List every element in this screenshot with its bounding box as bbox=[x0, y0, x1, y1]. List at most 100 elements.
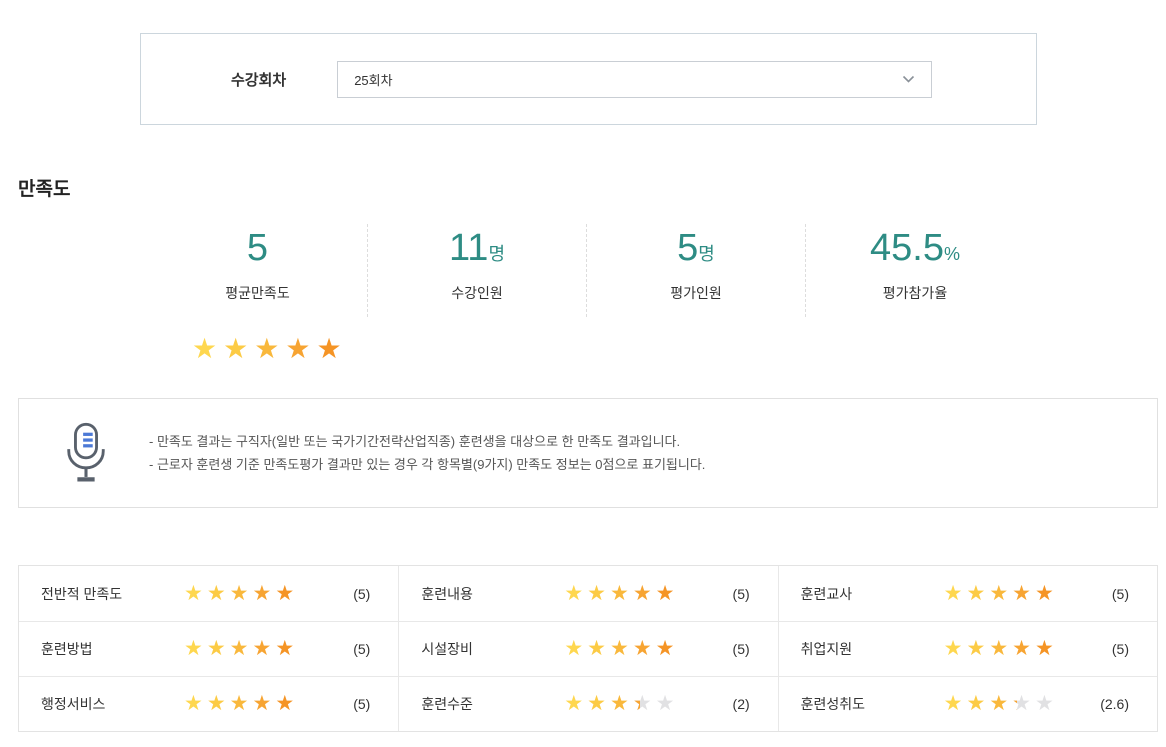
session-select-value: 25회차 bbox=[354, 70, 902, 89]
star-rating: ★★★★★ bbox=[184, 582, 332, 606]
star-icon: ★ bbox=[989, 583, 1008, 604]
star-rating: ★★★★★★ bbox=[564, 692, 712, 716]
star-icon: ★ bbox=[989, 638, 1008, 659]
star-rating: ★★★★★ bbox=[564, 637, 712, 661]
star-icon: ★ bbox=[656, 638, 675, 659]
star-icon: ★ bbox=[254, 335, 279, 363]
star-icon: ★ bbox=[230, 583, 249, 604]
star-icon: ★ bbox=[966, 583, 985, 604]
star-icon: ★ bbox=[275, 638, 294, 659]
table-row: 훈련성취도 ★★★★★★ (2.6) bbox=[778, 676, 1157, 731]
star-rating: ★★★★★ bbox=[184, 637, 332, 661]
star-rating: ★★★★★ bbox=[564, 582, 712, 606]
star-icon: ★ bbox=[656, 583, 675, 604]
star-icon: ★ bbox=[633, 583, 652, 604]
star-icon: ★★ bbox=[633, 693, 652, 714]
star-icon: ★ bbox=[966, 638, 985, 659]
stat-unit: % bbox=[944, 244, 960, 264]
star-icon: ★ bbox=[610, 638, 629, 659]
rating-label: 취업지원 bbox=[779, 639, 944, 659]
session-filter-label: 수강회차 bbox=[231, 69, 286, 90]
star-icon: ★ bbox=[285, 335, 310, 363]
star-icon: ★ bbox=[989, 693, 1008, 714]
star-icon: ★ bbox=[207, 638, 226, 659]
notice-line: - 만족도 결과는 구직자(일반 또는 국가기간전략산업직종) 훈련생을 대상으… bbox=[149, 430, 705, 453]
rating-value: (5) bbox=[733, 586, 778, 602]
table-row: 취업지원 ★★★★★ (5) bbox=[778, 621, 1157, 676]
rating-label: 시설장비 bbox=[399, 639, 564, 659]
star-icon: ★ bbox=[587, 693, 606, 714]
rating-label: 전반적 만족도 bbox=[19, 584, 184, 604]
star-icon: ★ bbox=[656, 693, 675, 714]
star-icon: ★ bbox=[275, 693, 294, 714]
star-icon: ★ bbox=[944, 638, 963, 659]
rating-label: 훈련내용 bbox=[399, 584, 564, 604]
page-title: 만족도 bbox=[18, 174, 70, 201]
star-icon: ★ bbox=[1035, 638, 1054, 659]
star-icon: ★ bbox=[610, 693, 629, 714]
session-select[interactable]: 25회차 bbox=[337, 61, 932, 98]
stat-value: 45.5 bbox=[870, 227, 944, 269]
star-icon: ★ bbox=[587, 638, 606, 659]
stat-value: 5 bbox=[247, 227, 268, 269]
rating-value: (5) bbox=[353, 641, 398, 657]
stat-enrolled-count: 11명 수강인원 bbox=[367, 224, 586, 317]
microphone-icon bbox=[63, 421, 109, 485]
star-icon: ★ bbox=[192, 335, 217, 363]
stat-unit: 명 bbox=[488, 244, 505, 264]
star-icon: ★ bbox=[966, 693, 985, 714]
stat-evaluated-count: 5명 평가인원 bbox=[586, 224, 805, 317]
star-icon: ★ bbox=[230, 638, 249, 659]
stat-unit: 명 bbox=[698, 244, 715, 264]
notice-box: - 만족도 결과는 구직자(일반 또는 국가기간전략산업직종) 훈련생을 대상으… bbox=[18, 398, 1158, 508]
stat-label: 평가참가율 bbox=[806, 283, 1024, 303]
star-icon: ★ bbox=[207, 583, 226, 604]
star-icon: ★ bbox=[252, 638, 271, 659]
star-icon: ★ bbox=[1012, 638, 1031, 659]
star-icon: ★ bbox=[944, 583, 963, 604]
rating-value: (5) bbox=[353, 696, 398, 712]
star-icon: ★ bbox=[316, 335, 341, 363]
stat-value: 5 bbox=[677, 227, 698, 269]
star-icon: ★ bbox=[944, 693, 963, 714]
star-icon: ★ bbox=[184, 638, 203, 659]
star-rating: ★★★★★ bbox=[944, 582, 1092, 606]
rating-label: 훈련성취도 bbox=[779, 694, 944, 714]
star-icon: ★ bbox=[207, 693, 226, 714]
session-filter-box: 수강회차 25회차 bbox=[140, 33, 1037, 125]
rating-value: (2) bbox=[733, 696, 778, 712]
star-icon: ★ bbox=[564, 583, 583, 604]
star-icon: ★ bbox=[230, 693, 249, 714]
star-rating: ★★★★★ bbox=[944, 637, 1092, 661]
stat-value: 11 bbox=[449, 227, 488, 269]
table-row: 훈련내용 ★★★★★ (5) bbox=[398, 566, 777, 621]
star-icon: ★ bbox=[223, 335, 248, 363]
star-icon: ★★ bbox=[1012, 693, 1031, 714]
rating-value: (5) bbox=[1112, 586, 1157, 602]
star-icon: ★ bbox=[252, 583, 271, 604]
rating-label: 훈련방법 bbox=[19, 639, 184, 659]
rating-value: (5) bbox=[353, 586, 398, 602]
table-row: 시설장비 ★★★★★ (5) bbox=[398, 621, 777, 676]
average-star-rating: ★★★★★ bbox=[192, 333, 348, 365]
star-icon: ★ bbox=[610, 583, 629, 604]
table-row: 훈련교사 ★★★★★ (5) bbox=[778, 566, 1157, 621]
notice-line: - 근로자 훈련생 기준 만족도평가 결과만 있는 경우 각 항목별(9가지) … bbox=[149, 453, 705, 476]
stat-label: 수강인원 bbox=[368, 283, 586, 303]
star-icon: ★ bbox=[1012, 583, 1031, 604]
table-row: 전반적 만족도 ★★★★★ (5) bbox=[19, 566, 398, 621]
star-icon: ★ bbox=[184, 583, 203, 604]
rating-label: 행정서비스 bbox=[19, 694, 184, 714]
star-icon: ★ bbox=[564, 693, 583, 714]
star-icon: ★ bbox=[587, 583, 606, 604]
table-row: 훈련방법 ★★★★★ (5) bbox=[19, 621, 398, 676]
star-icon: ★ bbox=[564, 638, 583, 659]
star-icon: ★ bbox=[184, 693, 203, 714]
star-icon: ★ bbox=[1035, 693, 1054, 714]
table-row: 행정서비스 ★★★★★ (5) bbox=[19, 676, 398, 731]
notice-text: - 만족도 결과는 구직자(일반 또는 국가기간전략산업직종) 훈련생을 대상으… bbox=[149, 430, 705, 476]
star-icon: ★ bbox=[275, 583, 294, 604]
star-rating: ★★★★★★ bbox=[944, 692, 1092, 716]
rating-label: 훈련수준 bbox=[399, 694, 564, 714]
stat-participation-rate: 45.5% 평가참가율 bbox=[805, 224, 1024, 317]
